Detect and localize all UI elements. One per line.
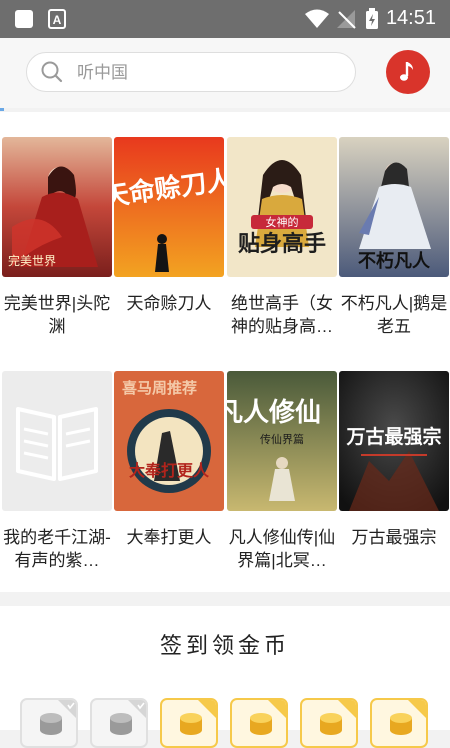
app-square-icon bbox=[15, 10, 33, 28]
checkin-day[interactable] bbox=[370, 698, 428, 748]
search-bar[interactable] bbox=[26, 52, 356, 92]
search-icon bbox=[41, 61, 63, 83]
coin-icon bbox=[250, 713, 272, 735]
book-card[interactable]: 女神的 贴身高手 绝世高手（女神的贴身高… bbox=[227, 137, 337, 338]
book-title: 不朽凡人|鹅是老五 bbox=[340, 294, 448, 336]
book-title: 天命赊刀人 bbox=[126, 294, 212, 313]
refresh-indicator bbox=[0, 108, 4, 111]
book-title: 凡人修仙传|仙界篇|北冥… bbox=[228, 528, 336, 570]
book-title: 万古最强宗 bbox=[351, 528, 437, 547]
book-card[interactable]: 喜马周推荐 大奉打更人 大奉打更人 bbox=[114, 371, 224, 572]
book-title: 完美世界|头陀渊 bbox=[3, 294, 111, 336]
battery-charging-icon bbox=[366, 8, 378, 29]
status-time: 14:51 bbox=[385, 7, 436, 29]
header bbox=[0, 38, 450, 108]
checkin-day[interactable] bbox=[300, 698, 358, 748]
cover-title: 贴身高手 bbox=[238, 231, 326, 257]
checkin-title: 签到领金币 bbox=[159, 633, 290, 658]
book-card[interactable]: 天命赊刀人 天命赊刀人 bbox=[114, 137, 224, 338]
book-cover: 凡人修仙 传仙界篇 bbox=[227, 371, 337, 511]
cover-title: 万古最强宗 bbox=[345, 425, 441, 448]
book-cover: 喜马周推荐 大奉打更人 bbox=[114, 371, 224, 511]
coin-icon bbox=[180, 713, 202, 735]
cover-banner: 喜马周推荐 bbox=[122, 379, 197, 397]
book-title: 绝世高手（女神的贴身高… bbox=[231, 294, 333, 336]
cover-subtitle: 传仙界篇 bbox=[260, 432, 304, 446]
cover-title: 大奉打更人 bbox=[129, 461, 210, 480]
search-input[interactable] bbox=[75, 59, 339, 87]
music-button[interactable] bbox=[386, 50, 430, 94]
wifi-icon bbox=[305, 9, 329, 28]
book-cover: 完美世界 bbox=[2, 137, 112, 277]
cover-title: 凡人修仙 bbox=[227, 397, 321, 428]
coin-icon bbox=[110, 713, 132, 735]
book-card[interactable]: 不朽凡人 不朽凡人|鹅是老五 bbox=[339, 137, 449, 338]
cover-subtitle: 女神的 bbox=[266, 215, 299, 229]
book-card[interactable]: 万古最强宗 万古最强宗 bbox=[339, 371, 449, 572]
book-cover: 万古最强宗 bbox=[339, 371, 449, 511]
checkin-day[interactable] bbox=[160, 698, 218, 748]
book-cover bbox=[2, 371, 112, 511]
book-cover: 天命赊刀人 bbox=[114, 137, 224, 277]
book-title: 大奉打更人 bbox=[126, 528, 212, 547]
book-placeholder-icon bbox=[2, 371, 112, 511]
status-bar: A 14:51 bbox=[0, 0, 450, 38]
book-cover: 不朽凡人 bbox=[339, 137, 449, 277]
checkin-day[interactable] bbox=[90, 698, 148, 748]
cover-title: 不朽凡人 bbox=[358, 250, 431, 272]
book-card[interactable]: 完美世界 完美世界|头陀渊 bbox=[2, 137, 112, 338]
cover-title: 完美世界 bbox=[8, 253, 56, 268]
coin-icon bbox=[40, 713, 62, 735]
coin-icon bbox=[390, 713, 412, 735]
book-cover: 女神的 贴身高手 bbox=[227, 137, 337, 277]
book-title: 我的老千江湖-有声的紫… bbox=[3, 528, 111, 570]
coin-icon bbox=[320, 713, 342, 735]
music-note-icon bbox=[400, 62, 413, 81]
svg-text:A: A bbox=[53, 13, 62, 27]
book-grid: 完美世界 完美世界|头陀渊 天命赊刀人 天命赊刀人 女神的 贴身高手 绝世高手（… bbox=[0, 112, 450, 592]
checkin-day[interactable] bbox=[20, 698, 78, 748]
checkin-day[interactable] bbox=[230, 698, 288, 748]
checkin-section: 签到领金币 bbox=[0, 606, 450, 748]
book-card[interactable]: 凡人修仙 传仙界篇 凡人修仙传|仙界篇|北冥… bbox=[227, 371, 337, 572]
keyboard-a-icon: A bbox=[48, 9, 66, 29]
book-card[interactable]: 我的老千江湖-有声的紫… bbox=[2, 371, 112, 572]
no-signal-icon bbox=[337, 10, 356, 29]
